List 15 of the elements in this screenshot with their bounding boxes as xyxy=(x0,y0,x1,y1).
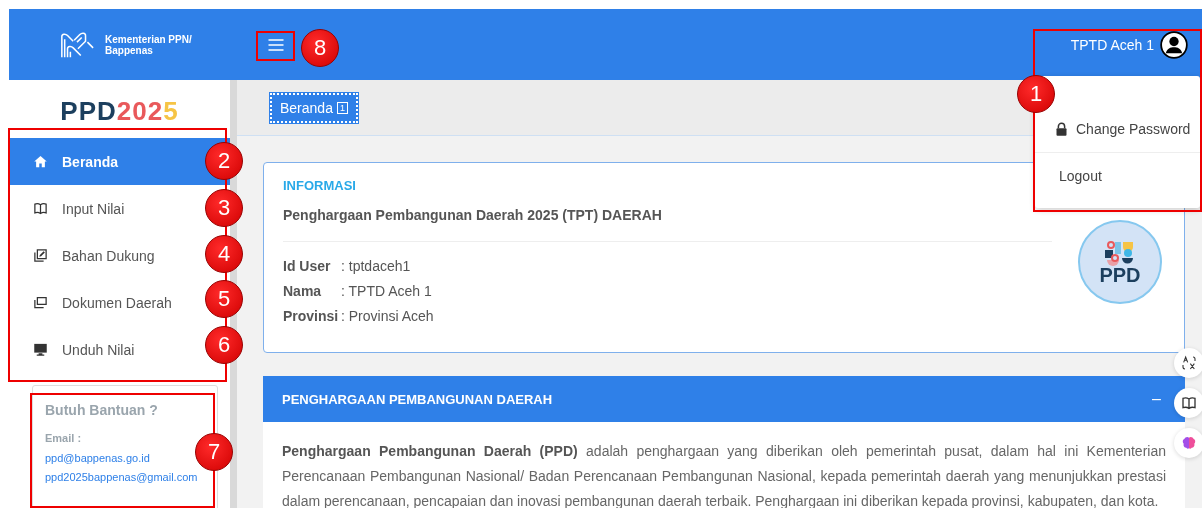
field-value: : TPTD Aceh 1 xyxy=(341,283,432,300)
logo-text: PPD xyxy=(1099,266,1141,284)
section-paragraph: Penghargaan Pembangunan Daerah (PPD) adalah penghargaan yang diberikan oleh pemerintah pusat, dalam hal ini Kementerian Perencanaan Pembangunan Nasional/ Badan Perencanaan Pembangunan Nasional, kepada pemerintah daerah yang menunjukkan prestasi dalam perencanaan, pencapaian dan inovasi pembangunan daerah terbaik. Penghargaan ini diberikan kepada provinsi, kabupaten, dan kota. xyxy=(281,442,1167,508)
card-title: Penghargaan Pembangunan Daerah 2025 (TPT) DAERAH xyxy=(283,207,663,223)
section-title: PENGHARGAAN PEMBANGUNAN DAERAH xyxy=(282,391,553,407)
email-label: Email : xyxy=(45,432,83,444)
ppd-logo: PPD2025 xyxy=(59,95,180,128)
field-value: : tptdaceh1 xyxy=(341,258,411,275)
field-label: Provinsi xyxy=(283,308,340,325)
field-value: : Provinsi Aceh xyxy=(341,308,434,325)
card-heading: INFORMASI xyxy=(283,178,357,193)
field-label: Id User xyxy=(283,258,332,275)
help-title: Butuh Bantuan ? xyxy=(45,402,159,418)
organization-name: Kementerian PPN/ Bappenas xyxy=(105,33,192,56)
field-label: Nama xyxy=(283,283,323,300)
